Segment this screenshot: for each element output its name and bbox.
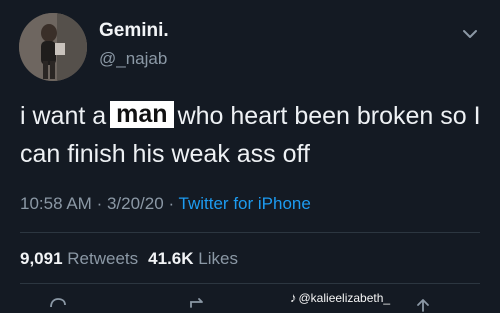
display-name[interactable]: Gemini. bbox=[99, 20, 169, 42]
tweet-text-before: i want a bbox=[20, 102, 107, 130]
avatar-photo bbox=[19, 13, 87, 81]
likes-count: 41.6K bbox=[148, 249, 194, 268]
retweets-label: Retweets bbox=[67, 249, 139, 268]
avatar[interactable] bbox=[19, 13, 87, 81]
tweet-date[interactable]: 3/20/20 bbox=[107, 194, 164, 213]
tweet-meta: 10:58 AM · 3/20/20 · Twitter for iPhone bbox=[20, 194, 311, 214]
chevron-down-icon[interactable] bbox=[462, 28, 478, 40]
highlighted-word: man bbox=[110, 101, 174, 128]
likes-label: Likes bbox=[198, 249, 238, 268]
tweet-source-link[interactable]: Twitter for iPhone bbox=[179, 194, 311, 213]
username-handle[interactable]: @_najab bbox=[99, 49, 167, 69]
retweets-stat[interactable]: 9,091 Retweets bbox=[20, 249, 138, 268]
tiktok-watermark: ♪ @kalieelizabeth_ bbox=[290, 290, 390, 305]
tweet-text: i want a man who heart been broken so I ca… bbox=[20, 97, 490, 173]
likes-stat[interactable]: 41.6K Likes bbox=[148, 249, 238, 268]
retweets-count: 9,091 bbox=[20, 249, 63, 268]
tiktok-icon: ♪ bbox=[290, 290, 297, 305]
tweet-stats: 9,091 Retweets 41.6K Likes bbox=[20, 249, 238, 269]
divider bbox=[20, 283, 480, 284]
tweet-card: Gemini. @_najab i want a man who heart bee… bbox=[0, 0, 500, 312]
meta-separator: · bbox=[168, 194, 175, 213]
divider bbox=[20, 232, 480, 233]
tweet-time[interactable]: 10:58 AM bbox=[20, 194, 92, 213]
watermark-username: @kalieelizabeth_ bbox=[298, 291, 391, 305]
meta-separator: · bbox=[96, 194, 103, 213]
